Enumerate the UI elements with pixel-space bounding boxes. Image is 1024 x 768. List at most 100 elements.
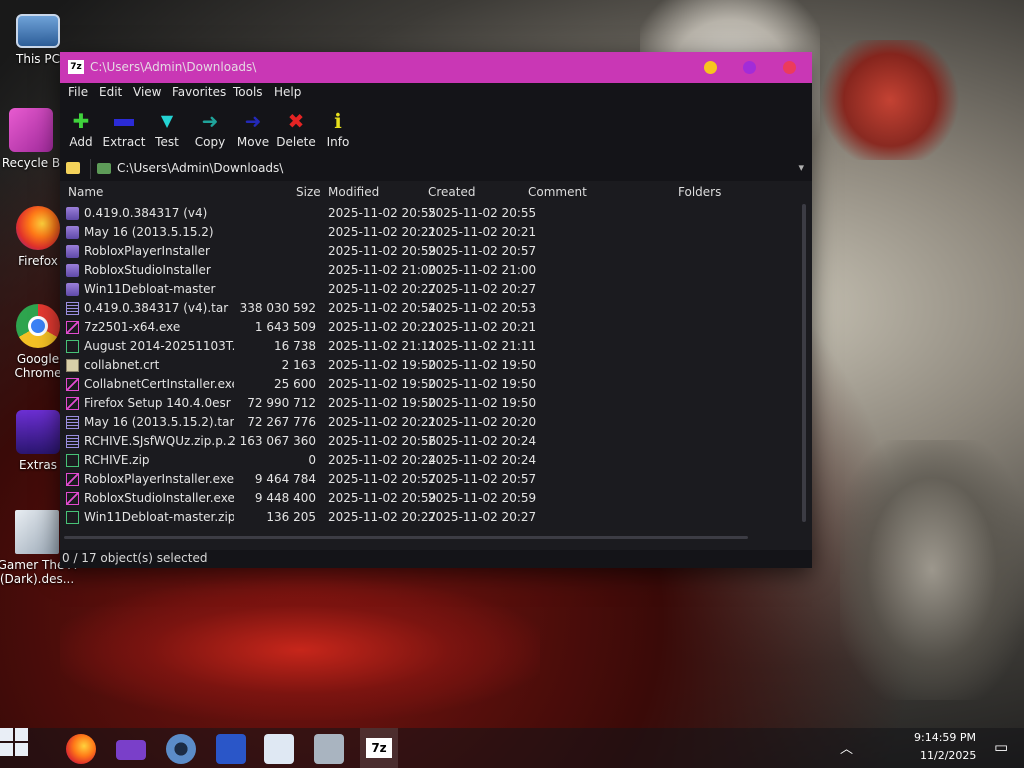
file-modified: 2025-11-02 20:24 bbox=[328, 453, 437, 467]
file-size: 9 448 400 bbox=[254, 491, 316, 505]
7zip-taskbar-button[interactable]: 7z bbox=[360, 728, 398, 768]
recycle-bin-icon bbox=[9, 108, 53, 152]
column-header-modified[interactable]: Modified bbox=[328, 182, 379, 202]
folder-icon bbox=[66, 264, 79, 277]
wallpaper-art bbox=[840, 440, 1024, 700]
minimize-button[interactable] bbox=[704, 61, 717, 74]
title-bar[interactable]: 7z C:\Users\Admin\Downloads\ bbox=[60, 52, 812, 83]
file-name: 0.419.0.384317 (v4).tar bbox=[84, 301, 229, 315]
file-row[interactable]: May 16 (2013.5.15.2).tar 72 267 776 2025-1… bbox=[60, 413, 800, 432]
chevron-down-icon[interactable]: ▾ bbox=[798, 161, 804, 174]
file-size: 72 990 712 bbox=[247, 396, 316, 410]
menu-edit[interactable]: Edit bbox=[99, 85, 122, 99]
column-header-name[interactable]: Name bbox=[68, 182, 103, 202]
file-name: CollabnetCertInstaller.exe bbox=[84, 377, 234, 391]
file-size: 2 163 067 360 bbox=[228, 434, 316, 448]
executable-file-icon bbox=[66, 473, 79, 486]
computer-icon bbox=[16, 14, 60, 48]
file-row[interactable]: CollabnetCertInstaller.exe 25 600 2025-11-… bbox=[60, 375, 800, 394]
file-row[interactable]: 0.419.0.384317 (v4) 2025-11-02 20:55 2025-… bbox=[60, 204, 800, 223]
folder-up-icon[interactable] bbox=[66, 162, 80, 174]
file-created: 2025-11-02 20:27 bbox=[428, 510, 537, 524]
file-row[interactable]: RCHIVE.zip 0 2025-11-02 20:24 2025-11-02 20… bbox=[60, 451, 800, 470]
file-explorer-icon[interactable] bbox=[116, 740, 146, 760]
menu-view[interactable]: View bbox=[133, 85, 161, 99]
powershell-icon[interactable] bbox=[216, 734, 246, 764]
firefox-taskbar-icon[interactable] bbox=[66, 734, 96, 764]
file-row[interactable]: 7z2501-x64.exe 1 643 509 2025-11-02 20:21 2… bbox=[60, 318, 800, 337]
path-combobox[interactable]: C:\Users\Admin\Downloads\ ▾ bbox=[94, 159, 810, 179]
file-row[interactable]: RobloxStudioInstaller 2025-11-02 21:00 202… bbox=[60, 261, 800, 280]
file-name: collabnet.crt bbox=[84, 358, 160, 372]
column-header-comment[interactable]: Comment bbox=[528, 182, 587, 202]
file-name: Firefox Setup 140.4.0esr ... bbox=[84, 396, 234, 410]
chevron-up-icon[interactable]: ︿ bbox=[840, 738, 853, 757]
vertical-scrollbar[interactable] bbox=[802, 204, 806, 522]
taskbar: 7z ︿ 9:14:59 PM 11/2/2025 ▭ bbox=[0, 728, 1024, 768]
info-button[interactable]: ℹ Info bbox=[313, 109, 363, 149]
file-name: 0.419.0.384317 (v4) bbox=[84, 206, 208, 220]
close-button[interactable] bbox=[783, 61, 796, 74]
file-size: 0 bbox=[308, 453, 316, 467]
status-bar: 0 / 17 object(s) selected bbox=[60, 550, 812, 568]
file-row[interactable]: Win11Debloat-master.zip 136 205 2025-11-02… bbox=[60, 508, 800, 527]
windows-start-icon[interactable] bbox=[0, 728, 28, 756]
file-created: 2025-11-02 20:59 bbox=[428, 491, 537, 505]
file-created: 2025-11-02 21:11 bbox=[428, 339, 537, 353]
folder-icon bbox=[66, 283, 79, 296]
menu-tools[interactable]: Tools bbox=[233, 85, 263, 99]
menu-help[interactable]: Help bbox=[274, 85, 301, 99]
executable-file-icon bbox=[66, 378, 79, 391]
file-row[interactable]: RobloxStudioInstaller.exe 9 448 400 2025-1… bbox=[60, 489, 800, 508]
column-header-size[interactable]: Size bbox=[296, 182, 321, 202]
file-created: 2025-11-02 20:21 bbox=[428, 225, 537, 239]
file-row[interactable]: Firefox Setup 140.4.0esr ... 72 990 712 20… bbox=[60, 394, 800, 413]
zip-file-icon bbox=[66, 454, 79, 467]
7zip-icon: 7z bbox=[366, 738, 392, 758]
file-row[interactable]: 0.419.0.384317 (v4).tar 338 030 592 2025-1… bbox=[60, 299, 800, 318]
file-modified: 2025-11-02 20:59 bbox=[328, 244, 437, 258]
file-row[interactable]: August 2014-20251103T... 16 738 2025-11-02… bbox=[60, 337, 800, 356]
notifications-icon[interactable]: ▭ bbox=[994, 738, 1008, 756]
file-name: August 2014-20251103T... bbox=[84, 339, 234, 353]
file-row[interactable]: collabnet.crt 2 163 2025-11-02 19:50 2025-1… bbox=[60, 356, 800, 375]
file-size: 16 738 bbox=[274, 339, 316, 353]
file-modified: 2025-11-02 19:50 bbox=[328, 358, 437, 372]
file-row[interactable]: RCHIVE.SJsfWQUz.zip.p... 2 163 067 360 202… bbox=[60, 432, 800, 451]
file-modified: 2025-11-02 20:55 bbox=[328, 206, 437, 220]
column-header-created[interactable]: Created bbox=[428, 182, 476, 202]
settings-icon[interactable] bbox=[166, 734, 196, 764]
archive-file-icon bbox=[66, 416, 79, 429]
file-created: 2025-11-02 20:24 bbox=[428, 453, 537, 467]
file-created: 2025-11-02 20:24 bbox=[428, 434, 537, 448]
fortnite-icon bbox=[16, 410, 60, 454]
firefox-icon bbox=[16, 206, 60, 250]
file-modified: 2025-11-02 20:21 bbox=[328, 225, 437, 239]
file-created: 2025-11-02 19:50 bbox=[428, 377, 537, 391]
file-row[interactable]: May 16 (2013.5.15.2) 2025-11-02 20:21 2025… bbox=[60, 223, 800, 242]
folder-icon bbox=[66, 226, 79, 239]
task-manager-icon[interactable] bbox=[264, 734, 294, 764]
archive-file-icon bbox=[66, 302, 79, 315]
network-app-icon[interactable] bbox=[314, 734, 344, 764]
file-name: Win11Debloat-master.zip bbox=[84, 510, 234, 524]
file-created: 2025-11-02 20:27 bbox=[428, 282, 537, 296]
file-modified: 2025-11-02 20:21 bbox=[328, 415, 437, 429]
menu-file[interactable]: File bbox=[68, 85, 88, 99]
desktop-icon-label: Recycle B bbox=[1, 156, 61, 170]
horizontal-scrollbar[interactable] bbox=[64, 536, 748, 539]
column-header-folders[interactable]: Folders bbox=[678, 182, 721, 202]
file-list: Name Size Modified Created Comment Folde… bbox=[60, 182, 812, 550]
file-row[interactable]: Win11Debloat-master 2025-11-02 20:27 2025-… bbox=[60, 280, 800, 299]
file-modified: 2025-11-02 20:54 bbox=[328, 301, 437, 315]
separator bbox=[90, 159, 91, 179]
file-modified: 2025-11-02 20:56 bbox=[328, 434, 437, 448]
file-row[interactable]: RobloxPlayerInstaller.exe 9 464 784 2025-1… bbox=[60, 470, 800, 489]
file-modified: 2025-11-02 20:21 bbox=[328, 320, 437, 334]
maximize-button[interactable] bbox=[743, 61, 756, 74]
file-name: RCHIVE.zip bbox=[84, 453, 150, 467]
clock-date[interactable]: 11/2/2025 bbox=[920, 749, 976, 762]
file-row[interactable]: RobloxPlayerInstaller 2025-11-02 20:59 202… bbox=[60, 242, 800, 261]
clock-time[interactable]: 9:14:59 PM bbox=[914, 731, 976, 744]
menu-favorites[interactable]: Favorites bbox=[172, 85, 226, 99]
